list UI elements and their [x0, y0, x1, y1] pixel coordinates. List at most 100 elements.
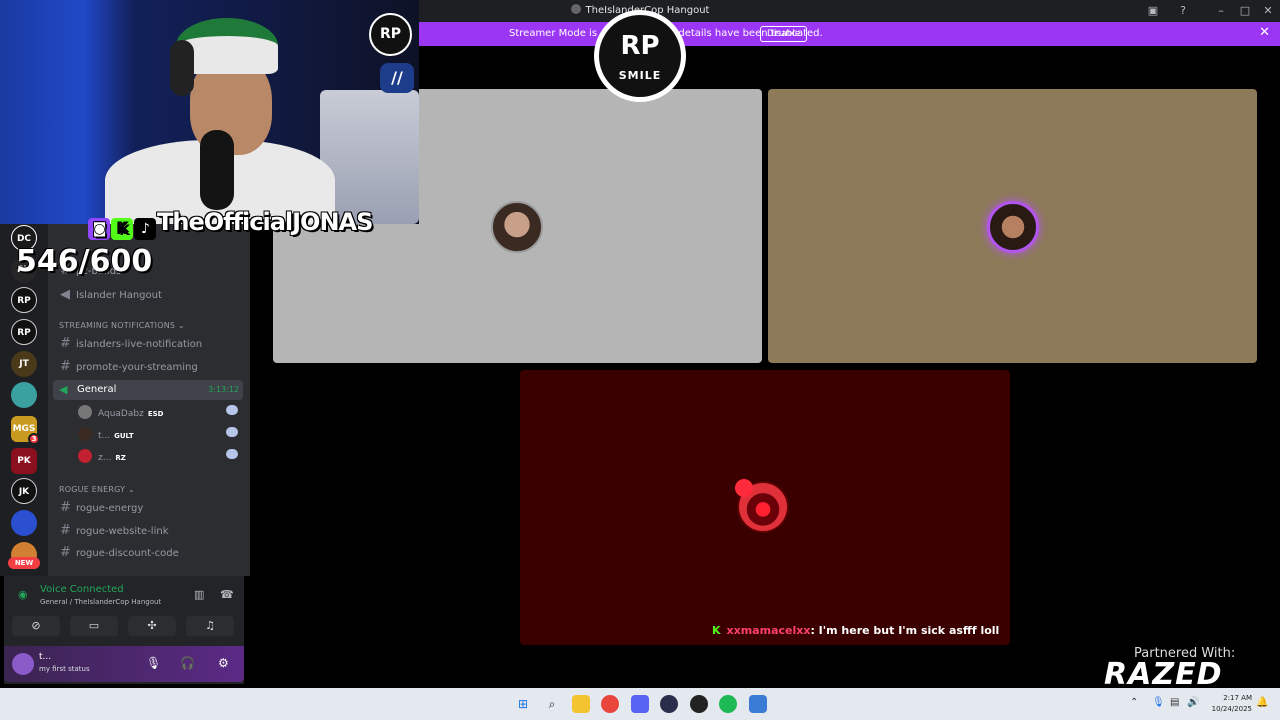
category-label: ROGUE ENERGY — [59, 485, 126, 494]
notification-icon[interactable]: 🔔 — [1256, 697, 1268, 708]
headphones-icon[interactable]: 🎧 — [180, 656, 195, 670]
avatar — [78, 449, 92, 463]
rp-logo-subtext: SMILE — [618, 69, 662, 82]
activity-icon — [226, 427, 238, 437]
hash-icon: # — [60, 336, 71, 351]
voice-channel-islander-hangout[interactable]: ◀ Islander Hangout — [60, 285, 162, 305]
hash-icon: # — [60, 545, 71, 560]
username: t... — [39, 652, 52, 662]
avatar — [78, 405, 92, 419]
channel-label: rogue-website-link — [76, 526, 169, 537]
kick-icon: K — [712, 624, 721, 637]
kick-icon: K — [111, 218, 133, 240]
photos-icon[interactable] — [749, 695, 767, 713]
tray-chevron-up-icon[interactable]: ⌃ — [1130, 697, 1138, 708]
channel-label: islanders-live-notification — [76, 339, 203, 350]
discord-icon[interactable] — [631, 695, 649, 713]
minimize-button[interactable]: – — [1213, 3, 1229, 19]
chat-message: : I'm here but I'm sick asfff loll — [810, 624, 1000, 637]
channel-label: promote-your-streaming — [76, 362, 198, 373]
server-icon[interactable]: PK — [11, 448, 37, 474]
voice-location[interactable]: General / TheIslanderCop Hangout — [40, 598, 161, 606]
goal-counter: 546/600 — [16, 244, 153, 279]
volume-icon[interactable]: 🔊 — [1187, 697, 1199, 708]
new-badge: NEW — [8, 557, 40, 569]
windows-start-icon[interactable]: ⊞ — [514, 695, 532, 713]
server-icon[interactable]: JT — [11, 351, 37, 377]
channel-rogue-website-link[interactable]: # rogue-website-link — [60, 521, 169, 541]
user-panel: t... my first status 🎙 🎧 ⚙ — [4, 646, 244, 682]
rp-logo-text: RP — [620, 31, 660, 61]
network-icon[interactable]: ▤ — [1170, 697, 1179, 708]
clock-date: 10/24/2025 — [1211, 705, 1252, 713]
clock[interactable]: 2:17 AM 10/24/2025 — [1212, 693, 1252, 715]
streamer-handle: ◙ K ♪ TheOfficialJONAS — [88, 208, 373, 240]
voice-user-name: z... — [98, 453, 112, 463]
voice-user-name: t... — [98, 431, 111, 441]
channel-rogue-energy[interactable]: # rogue-energy — [60, 498, 143, 518]
voice-duration: 3:13:12 — [208, 385, 239, 394]
voice-user[interactable]: AquaDabz ESD — [78, 405, 238, 425]
activities-button[interactable]: ✣ — [128, 616, 176, 636]
avatar[interactable] — [12, 653, 34, 675]
twitch-icon: ◙ — [88, 218, 110, 240]
microphone — [200, 130, 234, 210]
category-streaming-notifications[interactable]: STREAMING NOTIFICATIONS ⌄ — [59, 321, 185, 330]
server-icon[interactable]: MGS 3 — [11, 416, 40, 445]
spotify-icon[interactable] — [719, 695, 737, 713]
disconnect-icon[interactable]: ☎ — [220, 588, 234, 601]
brand-logo-icon: // — [380, 63, 414, 93]
hash-icon: # — [60, 500, 71, 515]
gear-icon[interactable]: ⚙ — [218, 656, 229, 670]
voice-user[interactable]: t... GULT — [78, 427, 238, 447]
streamer-mode-banner: Streamer Mode is enabled. Some details h… — [419, 22, 1280, 46]
speaker-icon: ◀ — [60, 287, 70, 302]
speaker-icon: ◀ — [59, 383, 68, 396]
channel-promote-your-streaming[interactable]: # promote-your-streaming — [60, 357, 198, 377]
help-icon[interactable]: ? — [1175, 3, 1191, 19]
handle-text: TheOfficialJONAS — [157, 208, 373, 236]
voice-channel-general[interactable]: ◀ General 3:13:12 — [53, 380, 243, 400]
search-icon[interactable]: ⌕ — [543, 695, 561, 713]
app-icon[interactable] — [660, 695, 678, 713]
server-icon[interactable] — [11, 382, 37, 408]
inbox-icon[interactable]: ▣ — [1145, 3, 1161, 19]
server-icon[interactable]: RP — [11, 319, 37, 345]
soundboard-button[interactable]: ♫ — [186, 616, 234, 636]
tray-microphone-icon[interactable]: 🎙 — [1152, 697, 1165, 708]
obs-icon[interactable] — [690, 695, 708, 713]
file-explorer-icon[interactable] — [572, 695, 590, 713]
voice-connected-label[interactable]: Voice Connected — [40, 584, 124, 595]
chrome-icon[interactable] — [601, 695, 619, 713]
channel-label: rogue-discount-code — [76, 548, 179, 559]
category-rogue-energy[interactable]: ROGUE ENERGY ⌄ — [59, 485, 135, 494]
microphone-icon[interactable]: 🎙 — [146, 656, 161, 670]
disable-button[interactable]: Disable — [760, 26, 808, 42]
close-window-button[interactable]: ✕ — [1260, 3, 1276, 19]
speaking-participant-avatar — [987, 201, 1039, 253]
server-icon[interactable]: RP — [11, 287, 37, 313]
avatar — [78, 427, 92, 441]
app-icon — [570, 4, 581, 14]
avatar-decoration — [735, 479, 753, 497]
channel-rogue-discount-code[interactable]: # rogue-discount-code — [60, 543, 179, 563]
taskbar: ⊞ ⌕ ⌃ 🎙 ▤ 🔊 2:17 AM 10/24/2025 🔔 — [0, 688, 1280, 720]
server-icon[interactable]: JK — [11, 478, 37, 504]
rp-logo-inner: RP SMILE — [599, 15, 681, 97]
partner-brand-logo: RAZED — [1104, 657, 1223, 692]
channel-islanders-live-notification[interactable]: # islanders-live-notification — [60, 334, 202, 354]
close-banner-icon[interactable]: ✕ — [1259, 25, 1270, 40]
noise-suppression-icon[interactable]: ▥ — [194, 588, 204, 601]
camera-off-button[interactable]: ⊘ — [12, 616, 60, 636]
channel-label: General — [77, 384, 117, 395]
maximize-button[interactable]: □ — [1237, 3, 1253, 19]
chevron-down-icon: ⌄ — [128, 485, 135, 494]
hash-icon: # — [60, 523, 71, 538]
user-status: my first status — [39, 665, 90, 673]
activity-icon — [226, 449, 238, 459]
voice-user[interactable]: z... RZ — [78, 449, 238, 469]
webcam-overlay: RP // — [0, 0, 419, 224]
chevron-down-icon: ⌄ — [177, 321, 185, 330]
screen-share-button[interactable]: ▭ — [70, 616, 118, 636]
server-icon[interactable] — [11, 510, 37, 536]
